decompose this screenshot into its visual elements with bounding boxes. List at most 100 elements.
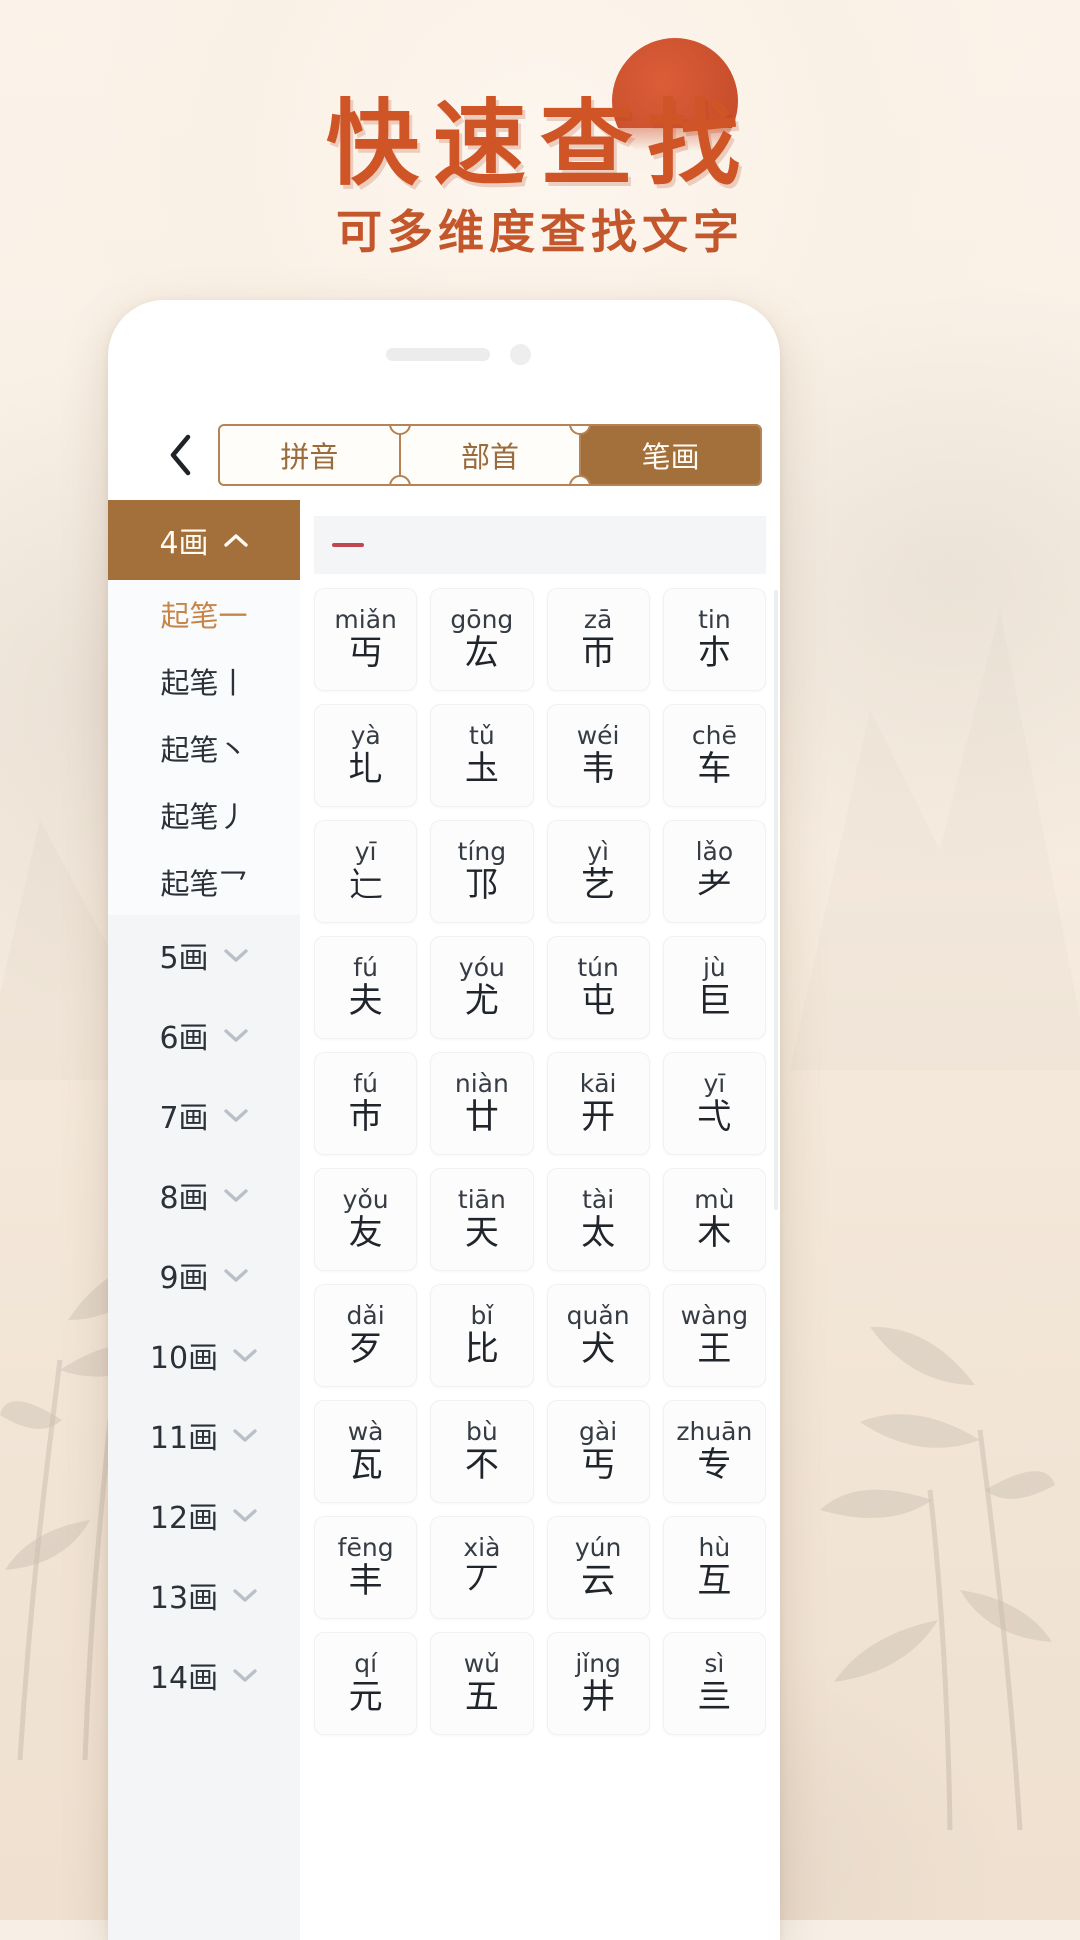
character-glyph: 巿 [348,1096,383,1137]
character-cell[interactable]: yī 弌 [662,1052,766,1155]
results-scrollbar[interactable] [774,590,778,1210]
sidebar-group-6画[interactable]: 6画 [108,995,300,1075]
chevron-down-icon [233,1509,257,1522]
character-cell[interactable]: wàng 王 [662,1284,766,1387]
sidebar-group-7画[interactable]: 7画 [108,1075,300,1155]
sidebar-group-4画[interactable]: 4画 [108,500,300,580]
character-glyph: 韦 [581,748,616,789]
character-pinyin: lǎo [695,836,734,866]
character-cell[interactable]: niàn 廿 [430,1052,534,1155]
sidebar-group-10画[interactable]: 10画 [108,1315,300,1395]
character-glyph: 互 [697,1560,732,1601]
chevron-down-icon [233,1349,257,1362]
character-glyph: 朩 [697,632,732,673]
sidebar-item-起笔丿[interactable]: 起笔丿 [108,781,300,848]
chevron-down-icon-wrap [232,1427,258,1443]
chevron-left-icon [170,434,191,476]
character-cell[interactable]: zā 帀 [546,588,650,691]
character-cell[interactable]: mù 木 [662,1168,766,1271]
character-glyph: 帀 [581,632,616,673]
character-cell[interactable]: fú 巿 [314,1052,418,1155]
character-cell[interactable]: yǒu 友 [314,1168,418,1271]
character-glyph: 廿 [464,1096,499,1137]
character-cell[interactable]: dǎi 歹 [314,1284,418,1387]
search-mode-tabs: 拼音 部首 笔画 [218,424,762,486]
character-cell[interactable]: tin 朩 [662,588,766,691]
character-cell[interactable]: yà 圠 [314,704,418,807]
chevron-down-icon [223,1109,248,1122]
sidebar-group-5画[interactable]: 5画 [108,915,300,995]
sidebar-item-label: 起笔丨 [160,665,248,700]
character-cell[interactable]: tiān 天 [430,1168,534,1271]
character-cell[interactable]: gài 丐 [546,1400,650,1503]
sidebar-item-label: 起笔丿 [160,799,248,834]
character-cell[interactable]: yī 辷 [314,820,418,923]
character-cell[interactable]: jǐng 井 [546,1632,650,1735]
character-glyph: 巨 [697,980,732,1021]
character-glyph: 太 [581,1212,616,1253]
character-cell[interactable]: tǔ 圡 [430,704,534,807]
sidebar-group-8画[interactable]: 8画 [108,1155,300,1235]
sidebar-group-14画[interactable]: 14画 [108,1635,300,1715]
main-content: 4画 起笔一起笔丨起笔丶起笔丿起笔乛 5画 6画 7画 8画 9画 10画 11画 12画 13画 1… [108,500,780,1940]
tab-pinyin[interactable]: 拼音 [220,426,399,484]
character-cell[interactable]: tún 屯 [546,936,650,1039]
character-cell[interactable]: yóu 尤 [430,936,534,1039]
character-cell[interactable]: kāi 开 [546,1052,650,1155]
sidebar-item-起笔丶[interactable]: 起笔丶 [108,714,300,781]
character-pinyin: tin [698,604,731,634]
character-glyph: 云 [581,1560,616,1601]
sidebar-group-12画[interactable]: 12画 [108,1475,300,1555]
character-cell[interactable]: fú 夫 [314,936,418,1039]
character-cell[interactable]: tíng 邒 [430,820,534,923]
character-pinyin: yì [587,836,609,866]
character-glyph: 井 [581,1676,616,1717]
character-cell[interactable]: sì 亖 [662,1632,766,1735]
tab-strokes[interactable]: 笔画 [579,426,760,484]
back-button[interactable] [160,428,200,482]
character-cell[interactable]: qí 元 [314,1632,418,1735]
chevron-down-icon-wrap [223,1027,249,1043]
character-pinyin: wǔ [463,1648,501,1678]
character-pinyin: hù [698,1532,731,1562]
character-cell[interactable]: zhuān 专 [662,1400,766,1503]
character-cell[interactable]: yún 云 [546,1516,650,1619]
sidebar-item-起笔乛[interactable]: 起笔乛 [108,848,300,915]
character-glyph: 比 [464,1328,499,1369]
sidebar-group-9画[interactable]: 9画 [108,1235,300,1315]
character-cell[interactable]: bù 不 [430,1400,534,1503]
stroke-mark-icon [332,543,364,547]
sidebar-item-起笔丨[interactable]: 起笔丨 [108,647,300,714]
sidebar-group-label: 10画 [149,1341,219,1376]
character-cell[interactable]: wà 瓦 [314,1400,418,1503]
character-pinyin: yà [350,720,381,750]
character-pinyin: sì [704,1648,725,1678]
character-glyph: 王 [697,1328,732,1369]
character-glyph: 丐 [581,1444,616,1485]
sidebar-group-13画[interactable]: 13画 [108,1555,300,1635]
character-cell[interactable]: xià 丆 [430,1516,534,1619]
character-cell[interactable]: miǎn 丏 [314,588,418,691]
character-cell[interactable]: quǎn 犬 [546,1284,650,1387]
character-cell[interactable]: fēng 丰 [314,1516,418,1619]
character-cell[interactable]: chē 车 [662,704,766,807]
character-cell[interactable]: wéi 韦 [546,704,650,807]
character-cell[interactable]: hù 互 [662,1516,766,1619]
chevron-down-icon [223,1189,248,1202]
tab-radical[interactable]: 部首 [398,426,580,484]
chevron-up-icon [223,534,248,547]
sidebar-item-起笔一[interactable]: 起笔一 [108,580,300,647]
character-cell[interactable]: gōng 厷 [430,588,534,691]
character-cell[interactable]: bǐ 比 [430,1284,534,1387]
character-pinyin: qí [354,1648,378,1678]
character-cell[interactable]: lǎo 耂 [662,820,766,923]
stroke-count-sidebar[interactable]: 4画 起笔一起笔丨起笔丶起笔丿起笔乛 5画 6画 7画 8画 9画 10画 11画 12画 13画 1… [108,500,300,1940]
sidebar-group-11画[interactable]: 11画 [108,1395,300,1475]
character-glyph: 艺 [581,864,616,905]
character-cell[interactable]: yì 艺 [546,820,650,923]
character-results-panel[interactable]: miǎn 丏 gōng 厷 zā 帀 tin 朩 yà 圠 tǔ 圡 wéi 韦 chē 车 yī 辷 tíng 邒 y… [300,500,780,1940]
character-cell[interactable]: tài 太 [546,1168,650,1271]
character-pinyin: fēng [337,1532,394,1562]
character-cell[interactable]: wǔ 五 [430,1632,534,1735]
character-cell[interactable]: jù 巨 [662,936,766,1039]
